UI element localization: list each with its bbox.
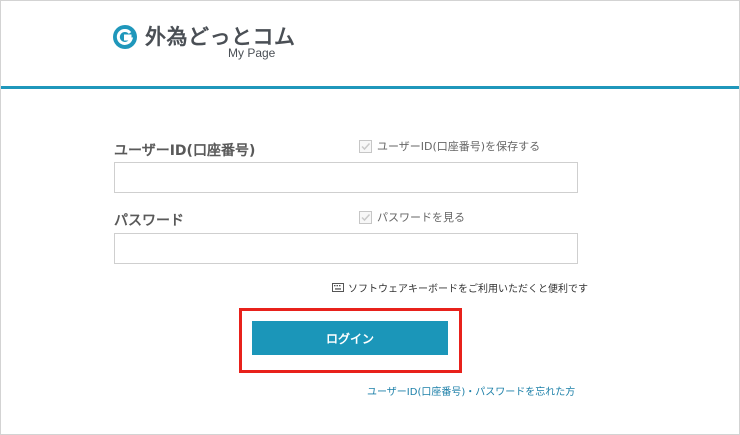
password-label: パスワード bbox=[114, 213, 184, 229]
show-password-checkbox[interactable]: パスワードを見る bbox=[359, 209, 465, 225]
check-icon bbox=[361, 213, 371, 221]
software-keyboard-text: ソフトウェアキーボードをご利用いただくと便利です bbox=[348, 284, 588, 295]
show-password-check-box[interactable] bbox=[359, 210, 372, 224]
user-id-input[interactable] bbox=[114, 162, 578, 193]
save-user-id-check-box[interactable] bbox=[359, 139, 372, 153]
forgot-credentials-link[interactable]: ユーザーID(口座番号)・パスワードを忘れた方 bbox=[367, 383, 575, 398]
check-icon bbox=[361, 142, 371, 150]
g-logo-icon bbox=[113, 25, 137, 49]
user-id-label: ユーザーID(口座番号) bbox=[114, 143, 256, 159]
page-header: 外為どっとコム My Page bbox=[1, 1, 739, 86]
password-input[interactable] bbox=[114, 233, 578, 264]
login-panel: 外為どっとコム My Page ユーザーID(口座番号) ユーザーID(口座番号… bbox=[0, 0, 740, 435]
show-password-label: パスワードを見る bbox=[377, 211, 465, 224]
save-user-id-checkbox[interactable]: ユーザーID(口座番号)を保存する bbox=[359, 138, 540, 154]
software-keyboard-link[interactable]: ソフトウェアキーボードをご利用いただくと便利です bbox=[332, 280, 588, 295]
logo-subtitle: My Page bbox=[228, 46, 276, 60]
header-divider bbox=[1, 86, 739, 89]
keyboard-icon bbox=[332, 283, 344, 292]
save-user-id-label: ユーザーID(口座番号)を保存する bbox=[377, 140, 541, 153]
login-button[interactable]: ログイン bbox=[252, 321, 448, 355]
